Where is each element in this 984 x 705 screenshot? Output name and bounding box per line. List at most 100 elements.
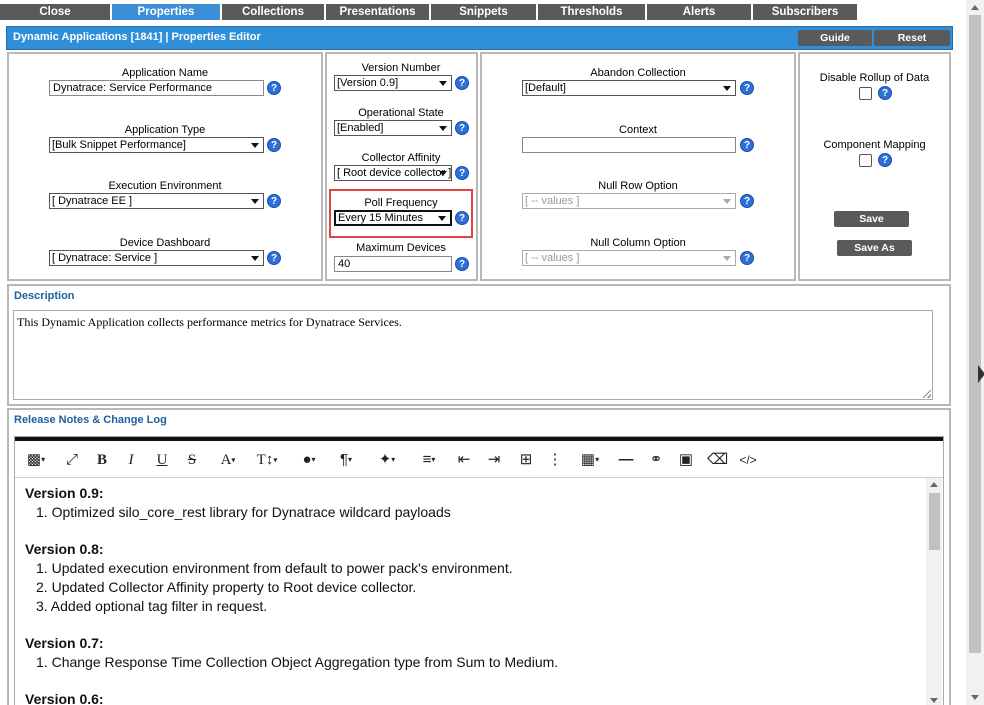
chevron-down-icon (723, 86, 731, 91)
abandon-collection-select[interactable]: [Default] (522, 80, 736, 96)
help-icon[interactable]: ? (455, 121, 469, 135)
chevron-down-icon (723, 256, 731, 261)
rich-text-editor[interactable]: ▩▾ ⤢ B I U S A▾ T↕▾ ●▾ ¶▾ ✦▾ ≡▾ ⇤ ⇥ ⊞ ⋮ … (14, 436, 944, 705)
page-scrollbar-thumb[interactable] (969, 15, 981, 653)
device-dashboard-select[interactable]: [ Dynatrace: Service ] (49, 250, 264, 266)
tab-snippets[interactable]: Snippets (431, 4, 536, 20)
help-icon[interactable]: ? (267, 81, 281, 95)
scroll-up-icon[interactable] (930, 482, 938, 487)
horizontal-line-icon[interactable]: — (617, 451, 635, 469)
maximum-devices-label: Maximum Devices (356, 242, 446, 254)
help-icon[interactable]: ? (740, 138, 754, 152)
reset-button[interactable]: Reset (874, 30, 950, 46)
application-type-select[interactable]: [Bulk Snippet Performance] (49, 137, 264, 153)
underline-icon[interactable]: U (153, 451, 171, 469)
chevron-down-icon (251, 143, 259, 148)
help-icon[interactable]: ? (740, 81, 754, 95)
inline-style-icon[interactable]: ✦▾ (373, 451, 401, 469)
chevron-down-icon (251, 199, 259, 204)
list-item: 1. Optimized silo_core_rest library for … (36, 504, 451, 520)
editor-scrollbar[interactable] (926, 478, 942, 705)
editor-header: Dynamic Applications [1841] | Properties… (6, 26, 953, 50)
chevron-down-icon (439, 126, 447, 131)
application-type-label: Application Type (124, 124, 206, 136)
operational-state-select[interactable]: [Enabled] (334, 120, 452, 136)
help-icon[interactable]: ? (455, 211, 469, 225)
version-heading: Version 0.7: (25, 635, 104, 651)
strikethrough-icon[interactable]: S (183, 451, 201, 469)
component-mapping-checkbox[interactable] (859, 154, 872, 167)
help-icon[interactable]: ? (267, 138, 281, 152)
tab-subscribers[interactable]: Subscribers (753, 4, 857, 20)
resize-handle-icon[interactable] (923, 390, 931, 398)
help-icon[interactable]: ? (455, 166, 469, 180)
color-icon[interactable]: ●▾ (297, 451, 321, 469)
unordered-list-icon[interactable]: ⋮ (546, 451, 564, 469)
save-as-button[interactable]: Save As (837, 240, 912, 256)
help-icon[interactable]: ? (740, 194, 754, 208)
code-view-icon[interactable]: </> (738, 451, 758, 469)
scroll-down-icon[interactable] (971, 695, 979, 700)
list-item: 2. Updated Collector Affinity property t… (36, 579, 417, 595)
help-icon[interactable]: ? (740, 251, 754, 265)
bold-icon[interactable]: B (94, 451, 110, 469)
page-scrollbar[interactable] (966, 0, 984, 705)
ordered-list-icon[interactable]: ⊞ (517, 451, 535, 469)
editor-content[interactable]: Version 0.9: 1. Optimized silo_core_rest… (25, 485, 925, 705)
collector-affinity-select[interactable]: [ Root device collector ] (334, 165, 452, 181)
paragraph-format-icon[interactable]: ¶▾ (333, 451, 359, 469)
null-column-option-select[interactable]: [ -- values ] (522, 250, 736, 266)
chevron-down-icon (251, 256, 259, 261)
tab-alerts[interactable]: Alerts (647, 4, 751, 20)
version-number-label: Version Number (361, 62, 441, 74)
align-icon[interactable]: ≡▾ (415, 451, 443, 469)
operational-state-label: Operational State (358, 107, 444, 119)
description-textarea[interactable]: This Dynamic Application collects perfor… (13, 310, 933, 400)
image-icon[interactable]: ▣ (677, 451, 695, 469)
outdent-icon[interactable]: ⇤ (455, 451, 473, 469)
editor-toolbar: ▩▾ ⤢ B I U S A▾ T↕▾ ●▾ ¶▾ ✦▾ ≡▾ ⇤ ⇥ ⊞ ⋮ … (15, 441, 943, 478)
guide-button[interactable]: Guide (798, 30, 872, 46)
italic-icon[interactable]: I (123, 451, 139, 469)
execution-environment-select[interactable]: [ Dynatrace EE ] (49, 193, 264, 209)
scroll-up-icon[interactable] (971, 5, 979, 10)
tab-collections[interactable]: Collections (222, 4, 324, 20)
maximum-devices-input[interactable]: 40 (334, 256, 452, 272)
editor-scrollbar-thumb[interactable] (929, 493, 940, 550)
poll-frequency-label: Poll Frequency (364, 197, 438, 209)
version-heading: Version 0.6: (25, 691, 104, 705)
scroll-down-icon[interactable] (930, 698, 938, 703)
version-heading: Version 0.9: (25, 485, 104, 501)
application-name-input[interactable]: Dynatrace: Service Performance (49, 80, 264, 96)
null-column-option-label: Null Column Option (590, 237, 686, 249)
tab-properties[interactable]: Properties (112, 4, 220, 20)
null-row-option-select[interactable]: [ -- values ] (522, 193, 736, 209)
help-icon[interactable]: ? (455, 76, 469, 90)
help-icon[interactable]: ? (878, 153, 892, 167)
tab-close[interactable]: Close (0, 4, 110, 20)
table-icon[interactable]: ▦▾ (576, 451, 604, 469)
link-icon[interactable]: ⚭ (647, 451, 665, 469)
save-button[interactable]: Save (834, 211, 909, 227)
poll-frequency-select[interactable]: Every 15 Minutes (334, 210, 452, 226)
help-icon[interactable]: ? (267, 251, 281, 265)
paragraph-style-icon[interactable]: ▩▾ (23, 451, 49, 469)
fullscreen-icon[interactable]: ⤢ (63, 451, 81, 469)
help-icon[interactable]: ? (878, 86, 892, 100)
version-number-select[interactable]: [Version 0.9] (334, 75, 452, 91)
help-icon[interactable]: ? (267, 194, 281, 208)
tab-thresholds[interactable]: Thresholds (538, 4, 645, 20)
help-icon[interactable]: ? (455, 257, 469, 271)
tab-presentations[interactable]: Presentations (326, 4, 429, 20)
clear-formatting-icon[interactable]: ⌫ (707, 451, 728, 469)
disable-rollup-checkbox[interactable] (859, 87, 872, 100)
indent-icon[interactable]: ⇥ (485, 451, 503, 469)
font-size-icon[interactable]: T↕▾ (253, 451, 281, 469)
context-input[interactable] (522, 137, 736, 153)
application-name-label: Application Name (121, 67, 209, 79)
collector-affinity-label: Collector Affinity (361, 152, 441, 164)
chevron-down-icon (438, 216, 446, 221)
font-family-icon[interactable]: A▾ (215, 451, 241, 469)
context-label: Context (619, 124, 657, 136)
version-heading: Version 0.8: (25, 541, 104, 557)
